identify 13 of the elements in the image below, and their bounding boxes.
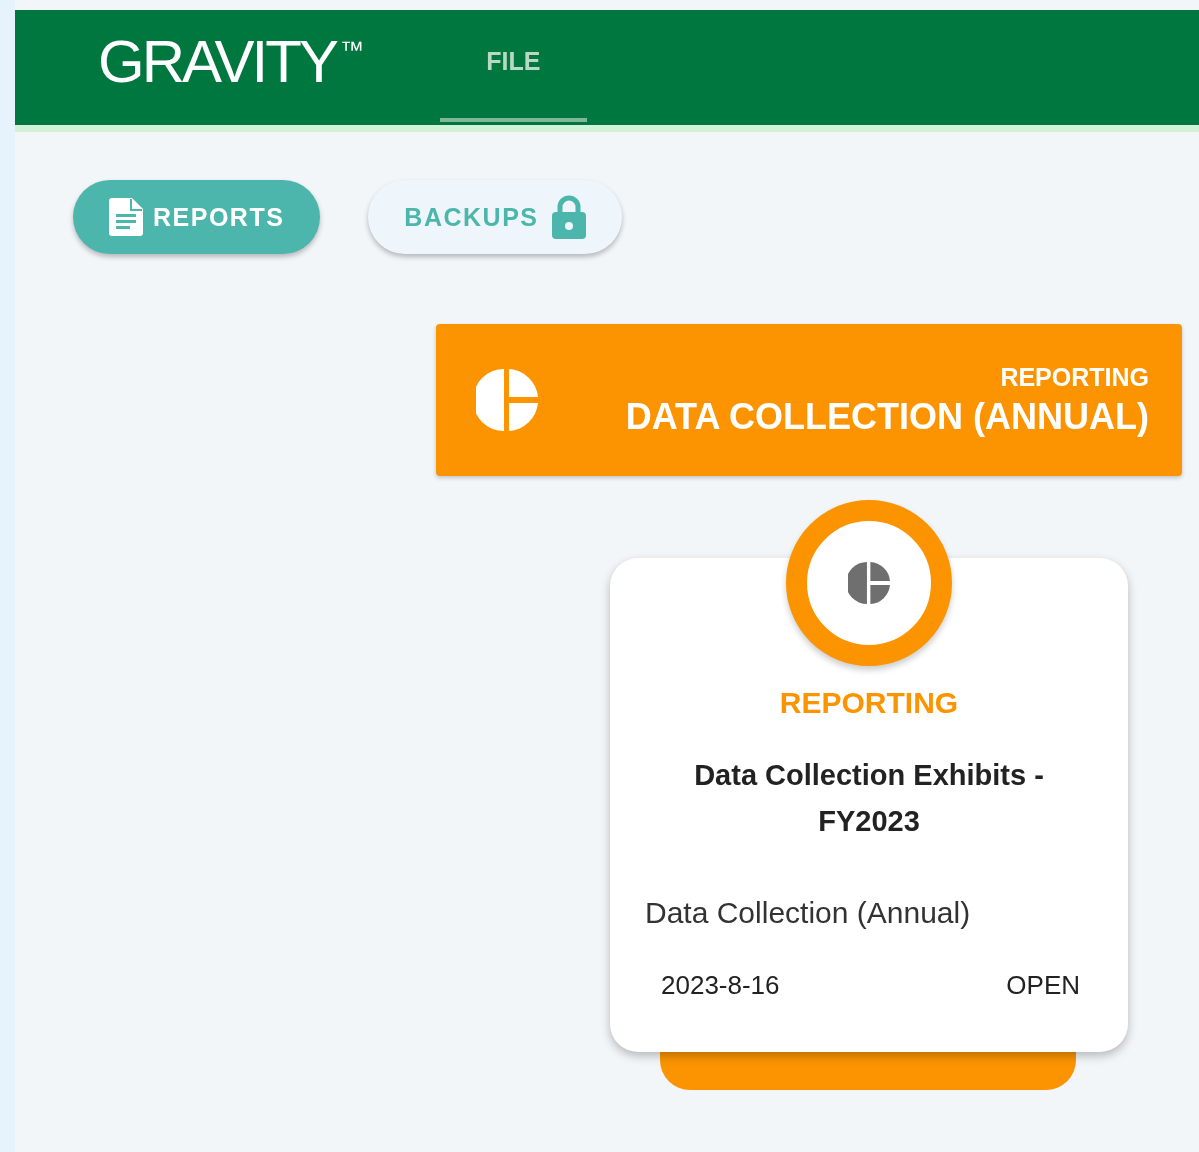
card-category: REPORTING: [779, 686, 959, 720]
backups-button[interactable]: BACKUPS: [368, 180, 623, 254]
card-subtitle: Data Collection (Annual): [645, 896, 971, 930]
report-card[interactable]: REPORTING Data Collection Exhibits - FY2023 Data Collection (Annual) 2023-8-16 OPEN: [610, 558, 1128, 1052]
card-date: 2023-8-16: [661, 970, 780, 1001]
pie-chart-icon: [848, 562, 890, 604]
pie-chart-icon: [476, 369, 538, 431]
logo: GRAVITY$^{™}$: [98, 32, 364, 97]
banner-title: DATA COLLECTION (ANNUAL): [625, 395, 1149, 438]
card-title: Data Collection Exhibits - FY2023: [693, 758, 1045, 839]
card-status: OPEN: [1006, 970, 1080, 1001]
banner-category: REPORTING: [999, 362, 1149, 392]
reports-button[interactable]: REPORTS: [73, 180, 321, 254]
